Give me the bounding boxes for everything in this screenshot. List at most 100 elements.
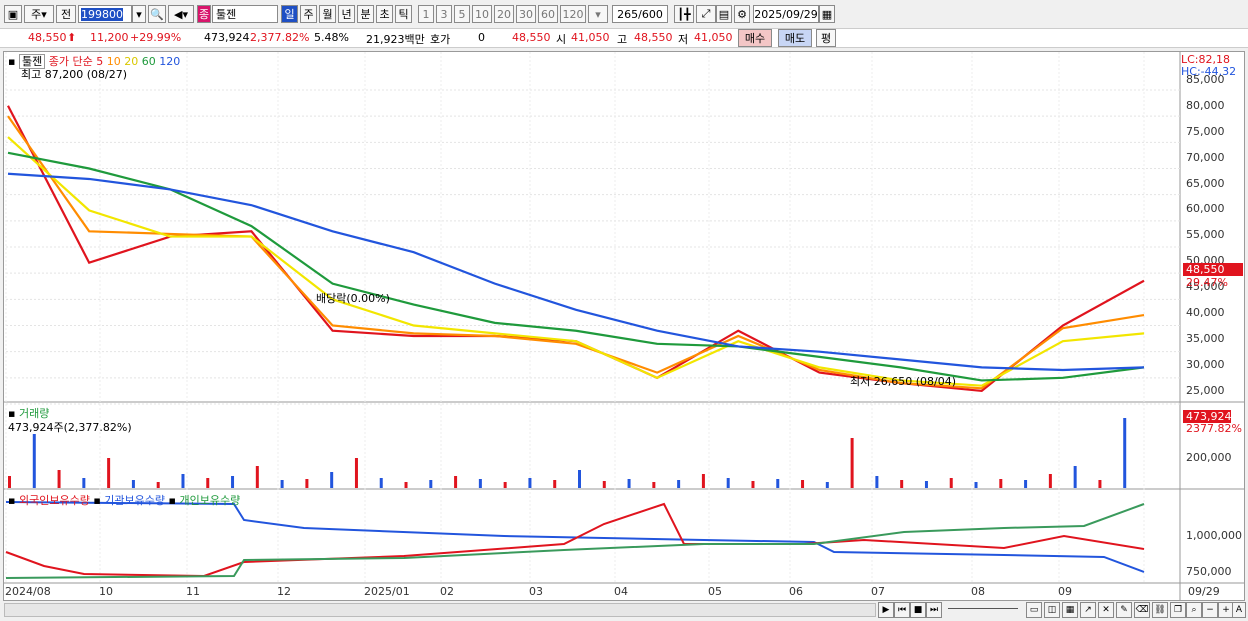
period-year[interactable]: 년 [338, 5, 355, 23]
code-input[interactable]: 199800 [78, 5, 132, 23]
volume-bar [850, 438, 854, 488]
open-label: 시 [556, 33, 567, 46]
font-size-icon[interactable]: A [1232, 602, 1246, 618]
current-price: 48,550 [28, 31, 67, 44]
y-tick: 80,000 [1186, 99, 1225, 112]
zoom-icon[interactable]: ⌕ [1186, 602, 1202, 618]
prev-button[interactable]: 전 [56, 5, 76, 23]
split-icon[interactable]: ◫ [1044, 602, 1060, 618]
chart-svg[interactable] [4, 52, 1244, 600]
volume-bar [231, 476, 235, 488]
legend-ma60: 60 [141, 55, 156, 68]
volume-bar [454, 476, 458, 488]
period-week[interactable]: 주 [300, 5, 317, 23]
x-tick: 11 [186, 585, 200, 598]
ma-line-20 [7, 136, 1145, 387]
volume-bar [478, 479, 482, 488]
x-tick: 03 [529, 585, 543, 598]
period-month[interactable]: 월 [319, 5, 336, 23]
date-input[interactable]: 2025/09/29 [753, 5, 819, 23]
cross-icon[interactable]: ✕ [1098, 602, 1114, 618]
hoga-price: 48,550 [512, 31, 551, 44]
zoom-slider[interactable] [948, 608, 1018, 612]
volume-value: 473,924 [204, 31, 250, 44]
volume-bar [107, 458, 111, 488]
scroll-track[interactable] [4, 603, 876, 617]
panel-toggle-icon[interactable]: ▪ [8, 55, 15, 68]
stock-name-field[interactable]: 툴젠 [212, 5, 278, 23]
interval-120[interactable]: 120 [560, 5, 586, 23]
y-tick: 65,000 [1186, 177, 1225, 190]
eval-button[interactable]: 평 [816, 29, 836, 47]
volume-bar [701, 474, 705, 488]
speaker-icon[interactable]: ◀▾ [168, 5, 194, 23]
holding-y-tick: 750,000 [1186, 565, 1232, 578]
panel-toggle-icon[interactable]: ▪ [93, 494, 100, 507]
interval-30[interactable]: 30 [516, 5, 536, 23]
volume-bar [503, 482, 507, 488]
indiv-line [5, 503, 1145, 579]
layout-icon[interactable]: ▭ [1026, 602, 1042, 618]
buy-button[interactable]: 매수 [738, 29, 772, 47]
interval-5[interactable]: 5 [454, 5, 470, 23]
interval-custom-select[interactable]: ▾ [588, 5, 608, 23]
save-icon[interactable]: ▤ [716, 5, 732, 23]
dividend-note: 배당락(0.00%) [316, 292, 390, 305]
interval-10[interactable]: 10 [472, 5, 492, 23]
holding-legend: ▪ 외국인보유수량 ▪ 기관보유수량 ▪ 개인보유수량 [8, 492, 240, 508]
copy-icon[interactable]: ❐ [1170, 602, 1186, 618]
period-second[interactable]: 초 [376, 5, 393, 23]
count-input[interactable]: 265/600 [612, 5, 668, 23]
volume-bar [1073, 466, 1077, 488]
search-icon[interactable]: 🔍 [148, 5, 166, 23]
last-pct-tag: 29.47% [1186, 276, 1228, 289]
change-amount: 11,200 [90, 31, 129, 44]
gear-icon[interactable]: ⚙ [734, 5, 750, 23]
period-day[interactable]: 일 [281, 5, 298, 23]
panel-toggle-icon[interactable]: ▪ [169, 494, 176, 507]
zoom-out-icon[interactable]: − [1202, 602, 1218, 618]
sell-button[interactable]: 매도 [778, 29, 812, 47]
panel-toggle-icon[interactable]: ▪ [8, 494, 15, 507]
volume-bar [924, 481, 928, 488]
volume-bar [801, 480, 805, 488]
hoga-label: 호가 [430, 33, 451, 46]
eraser-icon[interactable]: ⌫ [1134, 602, 1150, 618]
y-tick: 55,000 [1186, 228, 1225, 241]
candle-icon[interactable]: ┃╋ [674, 5, 694, 23]
interval-1[interactable]: 1 [418, 5, 434, 23]
y-tick: 25,000 [1186, 384, 1225, 397]
change-percent: +29.99% [130, 31, 182, 44]
skip-forward-button[interactable]: ⏭ [926, 602, 942, 618]
volume-bar [875, 476, 879, 488]
link-icon[interactable]: ⛓ [1152, 602, 1168, 618]
open-value: 41,050 [571, 31, 610, 44]
trend-icon[interactable]: ↗ [1080, 602, 1096, 618]
window-icon[interactable]: ▣ [4, 5, 22, 23]
y-tick: 60,000 [1186, 202, 1225, 215]
code-dropdown[interactable]: ▾ [132, 5, 146, 23]
stop-button[interactable]: ■ [910, 602, 926, 618]
high-label: 고 [617, 33, 628, 46]
period-minute[interactable]: 분 [357, 5, 374, 23]
volume-bar [1048, 474, 1052, 488]
scroll-right-button[interactable]: ▶ [878, 602, 894, 618]
calendar-icon[interactable]: ▦ [819, 5, 835, 23]
volume-y-tick: 200,000 [1186, 451, 1232, 464]
period-tick[interactable]: 틱 [395, 5, 412, 23]
low-label: 저 [678, 33, 689, 46]
interval-60[interactable]: 60 [538, 5, 558, 23]
low-value: 41,050 [694, 31, 733, 44]
skip-back-button[interactable]: ⏮ [894, 602, 910, 618]
chart-area[interactable] [3, 51, 1245, 601]
grid-icon[interactable]: ▦ [1062, 602, 1078, 618]
x-tick: 10 [99, 585, 113, 598]
volume-bar [825, 482, 829, 488]
interval-20[interactable]: 20 [494, 5, 514, 23]
pen-icon[interactable]: ✎ [1116, 602, 1132, 618]
market-select[interactable]: 주 ▾ [24, 5, 54, 23]
volume-bar [379, 478, 383, 488]
volume-bar [949, 478, 953, 488]
interval-3[interactable]: 3 [436, 5, 452, 23]
draw-line-icon[interactable]: ⤢ [696, 5, 716, 23]
